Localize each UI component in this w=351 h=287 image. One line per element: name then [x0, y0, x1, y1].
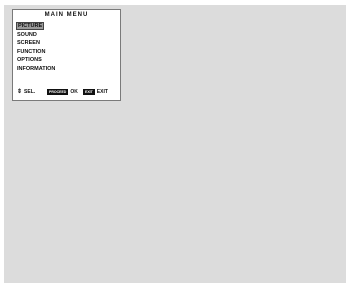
- menu-item-options[interactable]: OPTIONS: [17, 56, 55, 65]
- menu-list: PICTURE SOUND SCREEN FUNCTION OPTIONS IN…: [15, 22, 55, 74]
- menu-item-sound[interactable]: SOUND: [17, 31, 55, 40]
- menu-item-information[interactable]: INFORMATION: [17, 65, 55, 74]
- select-label: SEL.: [24, 89, 36, 95]
- menu-item-label: SCREEN: [17, 40, 40, 46]
- proceed-key-icon: PROCEED: [47, 89, 69, 95]
- menu-footer: ⇕ SEL. PROCEED OK EXIT EXIT: [17, 89, 118, 96]
- screen-area: MAIN MENU PICTURE SOUND SCREEN FUNCTION …: [4, 5, 346, 283]
- menu-item-label: FUNCTION: [17, 48, 46, 55]
- menu-item-label: OPTIONS: [17, 57, 42, 63]
- menu-title: MAIN MENU: [44, 12, 89, 18]
- ok-hint: PROCEED OK: [47, 89, 78, 95]
- menu-item-label: INFORMATION: [17, 65, 56, 72]
- exit-label: EXIT: [96, 89, 108, 95]
- main-menu-panel: MAIN MENU PICTURE SOUND SCREEN FUNCTION …: [12, 9, 121, 101]
- menu-item-screen[interactable]: SCREEN: [17, 39, 55, 48]
- exit-hint: EXIT EXIT: [83, 89, 108, 95]
- select-hint: ⇕ SEL.: [17, 89, 35, 95]
- exit-key-icon: EXIT: [83, 89, 95, 95]
- menu-item-function[interactable]: FUNCTION: [17, 48, 55, 57]
- up-down-arrow-icon: ⇕: [17, 89, 23, 95]
- menu-item-picture[interactable]: PICTURE: [15, 22, 55, 31]
- menu-item-label: PICTURE: [15, 22, 45, 30]
- menu-item-label: SOUND: [17, 31, 37, 38]
- ok-label: OK: [70, 89, 78, 95]
